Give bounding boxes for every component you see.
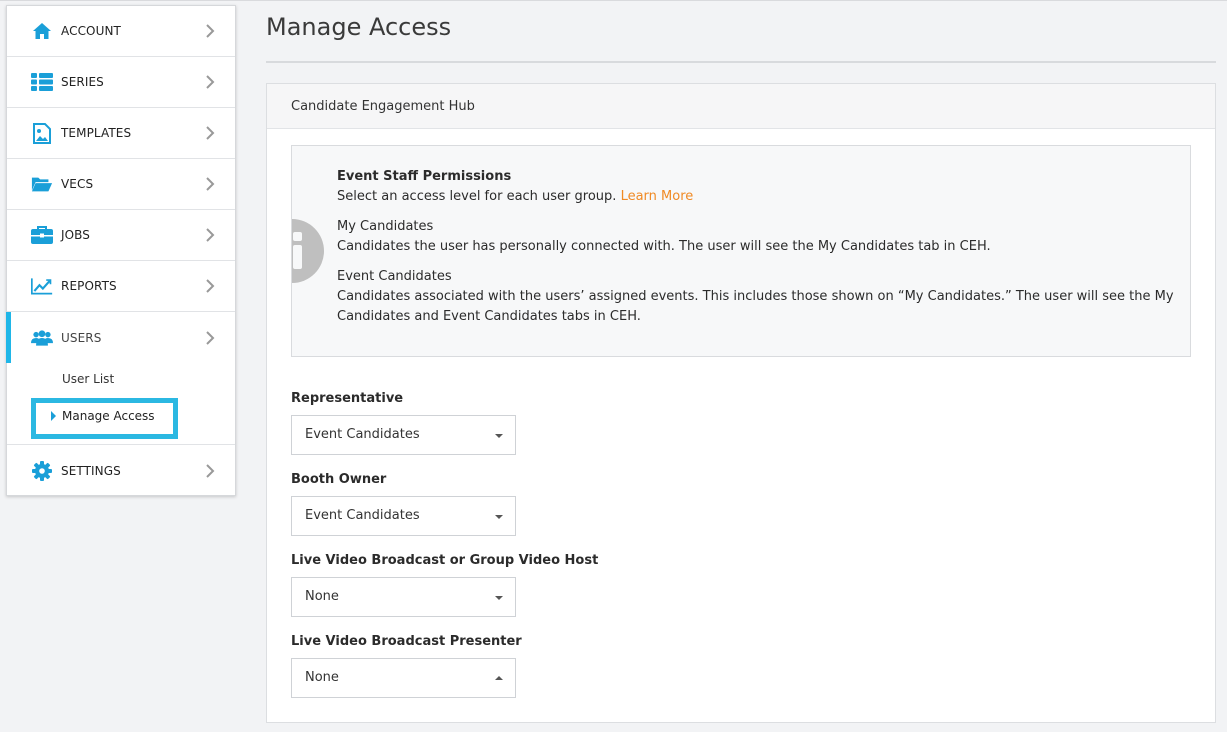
my-candidates-title: My Candidates bbox=[337, 219, 434, 234]
sidebar-item-series[interactable]: SERIES bbox=[7, 57, 235, 108]
my-candidates-desc: Candidates the user has personally conne… bbox=[337, 239, 991, 254]
gear-icon bbox=[31, 460, 53, 482]
top-border bbox=[0, 0, 1227, 1]
sidebar-item-label: TEMPLATES bbox=[61, 126, 132, 140]
info-intro-line: Select an access level for each user gro… bbox=[337, 187, 1177, 207]
caret-up-icon bbox=[495, 676, 503, 680]
page-title: Manage Access bbox=[266, 13, 452, 41]
booth-owner-select[interactable]: Event Candidates bbox=[291, 496, 516, 536]
representative-label: Representative bbox=[291, 391, 404, 406]
live-video-presenter-label: Live Video Broadcast Presenter bbox=[291, 634, 522, 649]
sidebar-item-label: SETTINGS bbox=[61, 463, 121, 478]
chevron-right-icon bbox=[206, 24, 215, 38]
sidebar-item-reports[interactable]: REPORTS bbox=[7, 261, 235, 312]
folder-icon bbox=[31, 173, 53, 195]
sidebar-item-settings[interactable]: SETTINGS bbox=[7, 445, 235, 496]
select-value: None bbox=[305, 589, 339, 604]
learn-more-link[interactable]: Learn More bbox=[621, 189, 694, 204]
select-value: Event Candidates bbox=[305, 427, 420, 442]
sidebar-item-users[interactable]: USERS bbox=[6, 312, 235, 363]
sidebar-item-templates[interactable]: TEMPLATES bbox=[7, 108, 235, 159]
sidebar-item-label: SERIES bbox=[61, 75, 104, 89]
chevron-right-icon bbox=[206, 330, 215, 345]
chevron-right-icon bbox=[206, 75, 215, 89]
info-icon bbox=[292, 219, 324, 283]
caret-right-icon bbox=[51, 411, 56, 421]
sidebar: ACCOUNT SERIES TEMPLATES VECS JOBS REPOR… bbox=[6, 5, 236, 496]
chevron-right-icon bbox=[206, 279, 215, 293]
sidebar-item-label: JOBS bbox=[61, 228, 91, 242]
sidebar-item-label: REPORTS bbox=[61, 279, 117, 293]
info-title: Event Staff Permissions bbox=[337, 169, 512, 184]
chevron-right-icon bbox=[206, 228, 215, 242]
event-candidates-desc: Candidates associated with the users’ as… bbox=[337, 289, 1174, 324]
sidebar-item-label: VECS bbox=[61, 177, 94, 191]
title-divider bbox=[266, 61, 1216, 63]
panel-header: Candidate Engagement Hub bbox=[267, 84, 1215, 129]
live-video-host-label: Live Video Broadcast or Group Video Host bbox=[291, 553, 599, 568]
chart-line-icon bbox=[31, 275, 53, 297]
booth-owner-label: Booth Owner bbox=[291, 472, 387, 487]
info-intro: Select an access level for each user gro… bbox=[337, 189, 617, 204]
select-value: None bbox=[305, 670, 339, 685]
submenu-item-user-list[interactable]: User List bbox=[62, 372, 114, 386]
sidebar-item-jobs[interactable]: JOBS bbox=[7, 210, 235, 261]
sidebar-item-account[interactable]: ACCOUNT bbox=[7, 6, 235, 57]
live-video-presenter-select[interactable]: None bbox=[291, 658, 516, 698]
home-icon bbox=[31, 20, 53, 42]
users-submenu: User List Manage Access bbox=[7, 363, 235, 445]
users-icon bbox=[31, 327, 53, 349]
sidebar-item-vecs[interactable]: VECS bbox=[7, 159, 235, 210]
sidebar-item-label: ACCOUNT bbox=[61, 24, 121, 38]
submenu-item-label: Manage Access bbox=[62, 409, 155, 423]
list-icon bbox=[31, 71, 53, 93]
submenu-item-manage-access[interactable]: Manage Access bbox=[31, 398, 178, 439]
select-value: Event Candidates bbox=[305, 508, 420, 523]
event-candidates-title: Event Candidates bbox=[337, 269, 452, 284]
candidate-engagement-hub-panel: Candidate Engagement Hub Event Staff Per… bbox=[266, 83, 1216, 723]
sidebar-item-label: USERS bbox=[61, 330, 102, 345]
chevron-right-icon bbox=[206, 126, 215, 140]
chevron-right-icon bbox=[206, 463, 215, 478]
caret-down-icon bbox=[495, 596, 503, 600]
briefcase-icon bbox=[31, 224, 53, 246]
image-icon bbox=[31, 122, 53, 144]
representative-select[interactable]: Event Candidates bbox=[291, 415, 516, 455]
info-text: Event Staff Permissions Select an access… bbox=[337, 167, 1177, 327]
caret-down-icon bbox=[495, 515, 503, 519]
live-video-host-select[interactable]: None bbox=[291, 577, 516, 617]
caret-down-icon bbox=[495, 434, 503, 438]
chevron-right-icon bbox=[206, 177, 215, 191]
info-box: Event Staff Permissions Select an access… bbox=[291, 145, 1191, 357]
